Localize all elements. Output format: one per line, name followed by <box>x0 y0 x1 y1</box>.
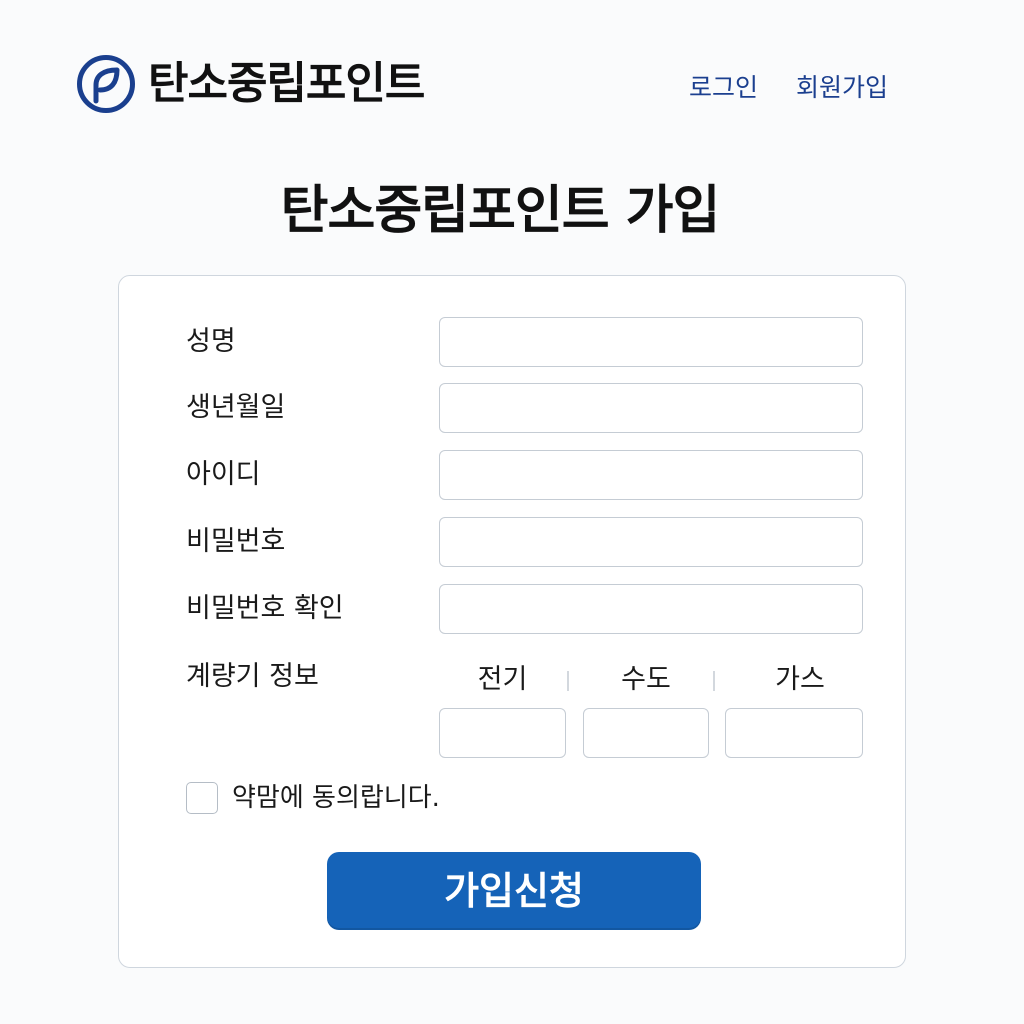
meter-gas-input[interactable] <box>725 708 863 758</box>
submit-signup-button[interactable]: 가입신청 <box>327 852 701 930</box>
terms-agree-row[interactable]: 약맘에 동의랍니다. <box>186 778 440 818</box>
birthdate-label: 생년월일 <box>186 392 286 423</box>
password-label: 비밀번호 <box>186 526 286 557</box>
signup-form-card: 성명 생년월일 아이디 비밀번호 비밀번호 확인 계량기 정보 전기 수도 가스… <box>118 275 906 968</box>
userid-input[interactable] <box>439 450 863 500</box>
meter-electric-label: 전기 <box>477 664 528 695</box>
birthdate-input[interactable] <box>439 383 863 433</box>
password-confirm-label: 비밀번호 확인 <box>186 593 344 624</box>
brand-name: 탄소중립포인트 <box>148 58 425 109</box>
meter-electric-input[interactable] <box>439 708 566 758</box>
terms-agree-text: 약맘에 동의랍니다. <box>232 783 440 813</box>
password-confirm-input[interactable] <box>439 584 863 634</box>
page-title: 탄소중립포인트 가입 <box>280 181 721 241</box>
meter-water-label: 수도 <box>621 664 671 695</box>
login-link[interactable]: 로그인 <box>689 70 758 106</box>
meter-divider <box>713 671 715 691</box>
terms-checkbox[interactable] <box>186 782 218 814</box>
meter-divider <box>567 671 569 691</box>
leaf-circle-icon <box>77 55 135 113</box>
signup-link[interactable]: 회원가입 <box>796 70 888 106</box>
meter-gas-label: 가스 <box>775 664 825 695</box>
meter-water-input[interactable] <box>583 708 709 758</box>
signup-page: 탄소중립포인트 로그인 회원가입 탄소중립포인트 가입 성명 생년월일 아이디 … <box>0 0 1024 1024</box>
top-nav: 로그인 회원가입 <box>689 70 888 106</box>
name-label: 성명 <box>186 326 236 357</box>
userid-label: 아이디 <box>186 459 261 490</box>
name-input[interactable] <box>439 317 863 367</box>
password-input[interactable] <box>439 517 863 567</box>
meter-info-label: 계량기 정보 <box>186 661 319 692</box>
brand[interactable]: 탄소중립포인트 <box>76 54 425 114</box>
